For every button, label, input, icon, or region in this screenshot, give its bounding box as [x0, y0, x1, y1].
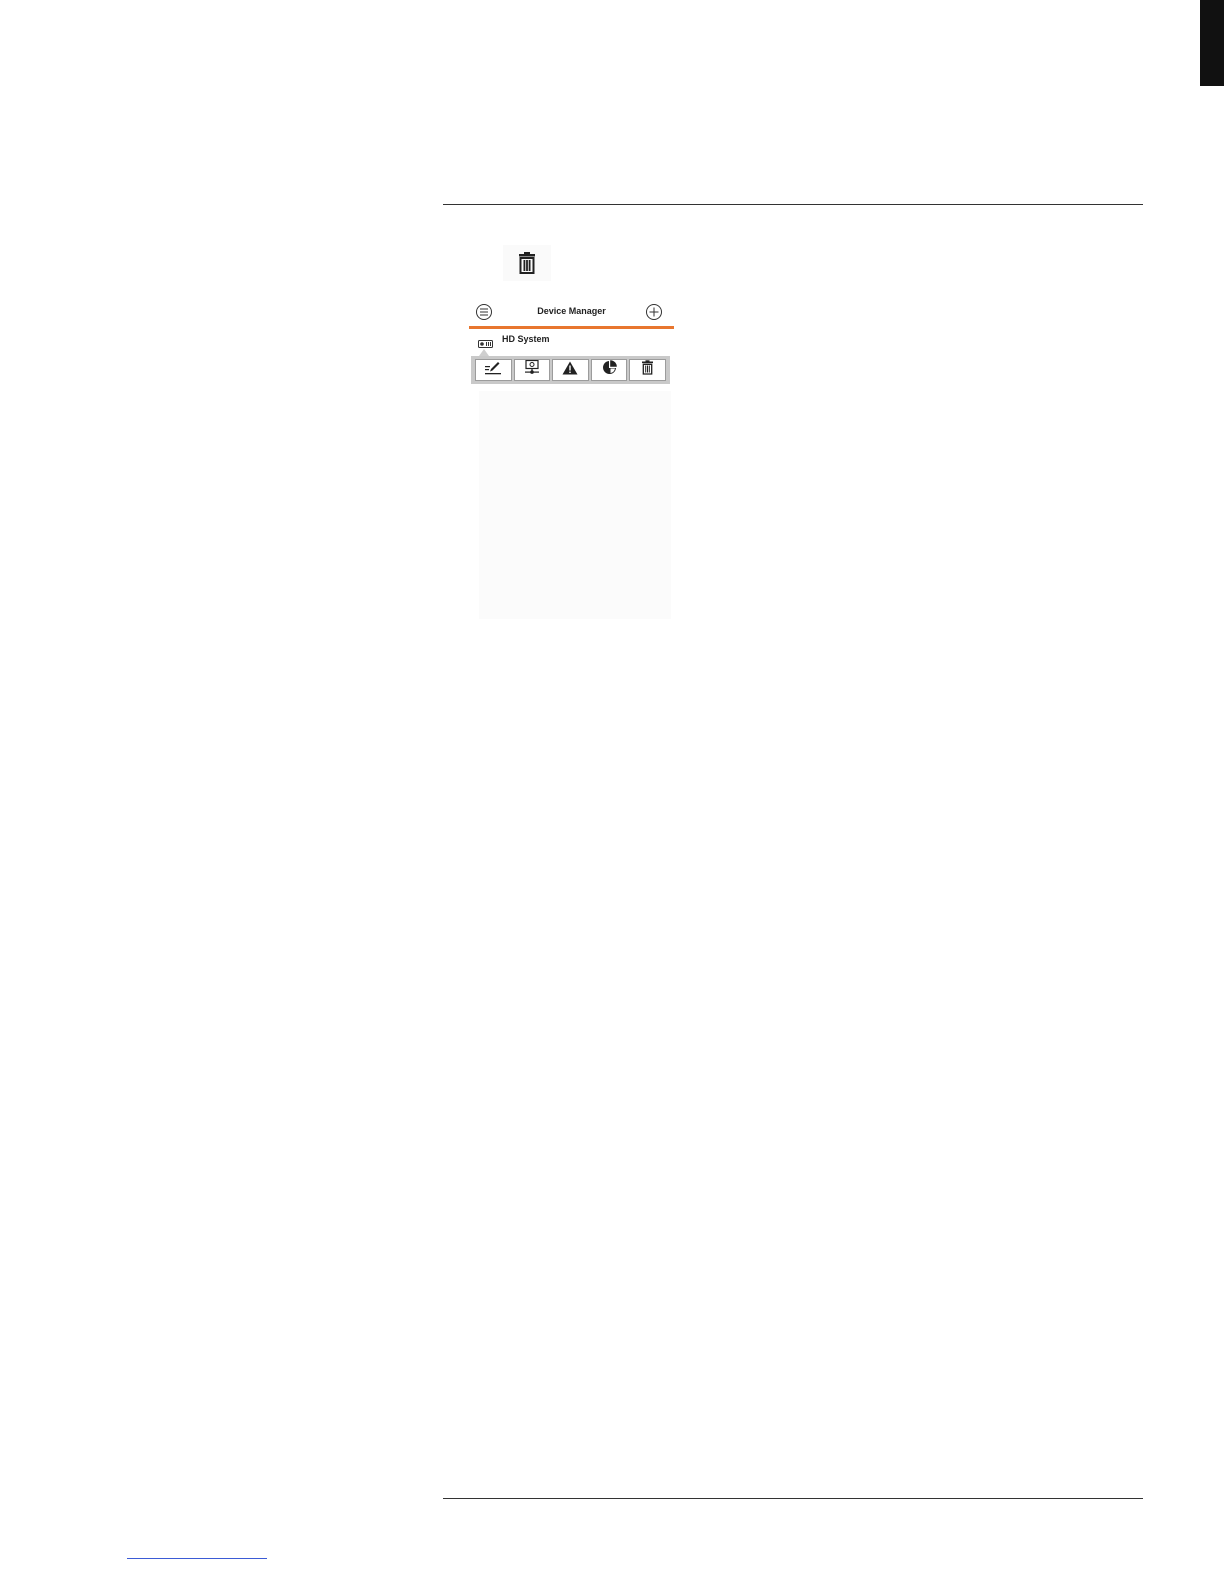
alert-icon	[562, 361, 578, 380]
remote-config-icon	[524, 359, 540, 380]
header-rule	[443, 204, 1143, 205]
device-name: HD System	[502, 334, 550, 344]
add-icon[interactable]	[646, 304, 662, 320]
device-list-item[interactable]: HD System	[469, 330, 674, 348]
alerts-button[interactable]	[552, 359, 589, 381]
remote-config-button[interactable]	[513, 359, 551, 381]
app-header: Device Manager	[469, 299, 674, 329]
action-bar-pointer	[479, 349, 489, 356]
page-title: Device Manager	[537, 306, 606, 316]
inline-trash-icon	[503, 245, 551, 281]
page-edge-tab	[1200, 0, 1224, 86]
footer-link-underline[interactable]	[127, 1558, 267, 1559]
device-action-bar	[471, 356, 670, 384]
delete-button[interactable]	[629, 359, 666, 381]
footer-rule	[443, 1498, 1143, 1499]
trash-icon	[641, 360, 654, 380]
storage-info-button[interactable]	[590, 359, 628, 381]
edit-icon	[484, 361, 502, 380]
menu-icon[interactable]	[476, 304, 492, 320]
device-list-area	[479, 391, 671, 619]
edit-button[interactable]	[475, 359, 512, 381]
device-manager-screen: Device Manager HD System	[469, 299, 674, 619]
storage-pie-icon	[602, 360, 617, 380]
